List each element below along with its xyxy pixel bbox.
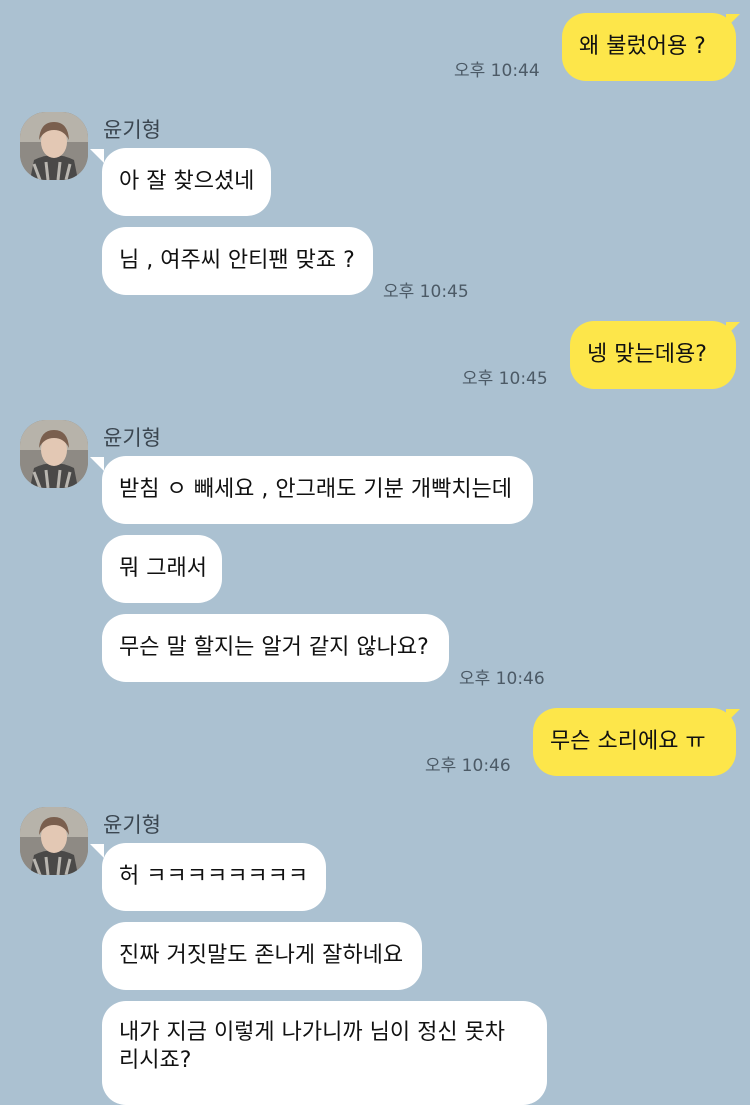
sender-name: 윤기형	[103, 118, 161, 142]
incoming-message-bubble[interactable]: 뭐 그래서	[102, 535, 222, 603]
avatar[interactable]	[20, 807, 88, 875]
message-time: 오후 10:45	[462, 369, 548, 389]
message-text: 왜 불렀어용 ?	[579, 34, 706, 59]
bubble-tail	[90, 149, 104, 163]
sender-name: 윤기형	[103, 426, 161, 450]
bubble-tail	[90, 457, 104, 471]
incoming-message-bubble[interactable]: 님 , 여주씨 안티팬 맞죠 ?	[102, 227, 373, 295]
message-text: 님 , 여주씨 안티팬 맞죠 ?	[119, 248, 355, 273]
bubble-tail	[90, 844, 104, 858]
message-text-line: 리시죠?	[119, 1048, 192, 1073]
profile-photo-icon	[20, 112, 88, 180]
message-time: 오후 10:44	[454, 61, 540, 81]
incoming-message-bubble[interactable]: 내가 지금 이렇게 나가니까 님이 정신 못차 리시죠?	[102, 1001, 547, 1105]
incoming-message-bubble[interactable]: 무슨 말 할지는 알거 같지 않나요?	[102, 614, 449, 682]
message-text: 아 잘 찾으셨네	[119, 169, 255, 194]
message-text: 무슨 소리에요 ㅠ	[550, 729, 706, 754]
message-text: 무슨 말 할지는 알거 같지 않나요?	[119, 635, 429, 660]
outgoing-message-bubble[interactable]: 무슨 소리에요 ㅠ	[533, 708, 736, 776]
bubble-tail	[726, 322, 740, 336]
message-text: 넹 맞는데용?	[587, 342, 707, 367]
message-time: 오후 10:46	[459, 669, 545, 689]
avatar[interactable]	[20, 420, 88, 488]
message-text: 진짜 거짓말도 존나게 잘하네요	[119, 943, 404, 968]
message-time: 오후 10:45	[383, 282, 469, 302]
outgoing-message-bubble[interactable]: 왜 불렀어용 ?	[562, 13, 736, 81]
incoming-message-bubble[interactable]: 아 잘 찾으셨네	[102, 148, 271, 216]
message-time: 오후 10:46	[425, 756, 511, 776]
message-text: 허 ㅋㅋㅋㅋㅋㅋㅋㅋ	[119, 864, 309, 889]
bubble-tail	[726, 14, 740, 28]
sender-name: 윤기형	[103, 813, 161, 837]
incoming-message-bubble[interactable]: 받침 ㅇ 빼세요 , 안그래도 기분 개빡치는데	[102, 456, 533, 524]
message-text: 뭐 그래서	[119, 556, 207, 581]
incoming-message-bubble[interactable]: 진짜 거짓말도 존나게 잘하네요	[102, 922, 422, 990]
message-text: 받침 ㅇ 빼세요 , 안그래도 기분 개빡치는데	[119, 477, 513, 502]
bubble-tail	[726, 709, 740, 723]
message-text-line: 내가 지금 이렇게 나가니까 님이 정신 못차	[119, 1020, 506, 1045]
incoming-message-bubble[interactable]: 허 ㅋㅋㅋㅋㅋㅋㅋㅋ	[102, 843, 326, 911]
outgoing-message-bubble[interactable]: 넹 맞는데용?	[570, 321, 736, 389]
avatar[interactable]	[20, 112, 88, 180]
profile-photo-icon	[20, 807, 88, 875]
profile-photo-icon	[20, 420, 88, 488]
